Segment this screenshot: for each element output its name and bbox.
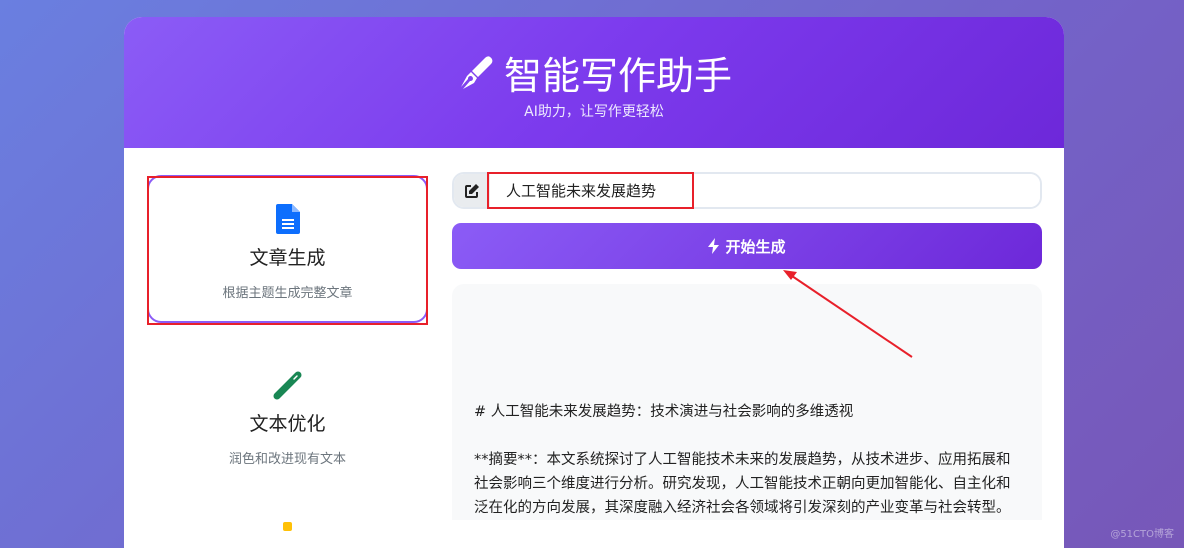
- watermark: @51CTO博客: [1110, 529, 1174, 540]
- annotation-arrow: [783, 270, 913, 358]
